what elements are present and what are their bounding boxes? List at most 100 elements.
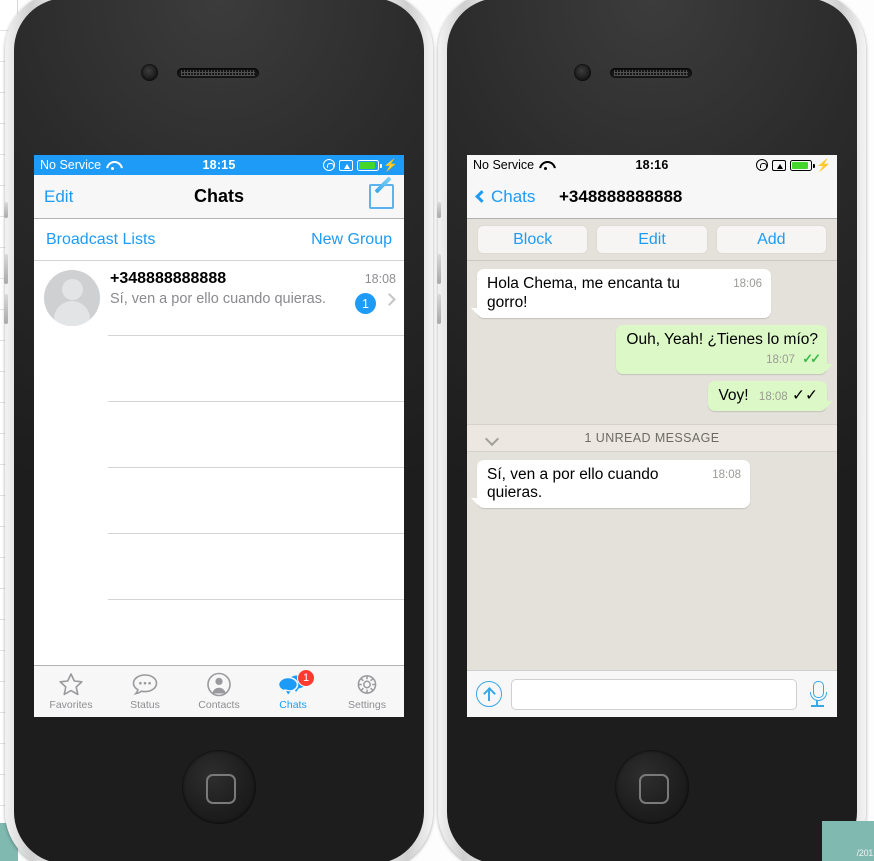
chat-list-row[interactable]: +348888888888 18:08 Sí, ven a por ello c…	[34, 261, 404, 335]
home-button[interactable]	[182, 750, 256, 824]
message-bubble-incoming[interactable]: 18:06 Hola Chema, me encanta tu gorro!	[471, 269, 771, 318]
mute-switch[interactable]	[4, 202, 8, 218]
watermark-label: /201	[856, 848, 874, 858]
broadcast-row: Broadcast Lists New Group	[34, 219, 404, 261]
message-list-unread: 18:08 Sí, ven a por ello cuando quieras.	[467, 452, 837, 522]
compose-button[interactable]	[369, 184, 394, 209]
mute-switch[interactable]	[437, 202, 441, 218]
status-bar: No Service 18:16 ⚡	[467, 155, 837, 175]
tab-label: Contacts	[198, 699, 240, 711]
message-row: Ouh, Yeah! ¿Tienes lo mío? 18:07 ✓✓	[477, 324, 833, 374]
chevron-left-icon	[475, 190, 488, 203]
tab-label: Chats	[279, 699, 307, 711]
message-bubble-outgoing[interactable]: Voy! 18:08 ✓✓	[708, 380, 833, 411]
tab-badge: 1	[297, 669, 315, 687]
gear-icon	[357, 675, 377, 694]
carrier-label: No Service	[40, 158, 102, 172]
tab-status[interactable]: Status	[108, 666, 182, 717]
front-camera-icon	[574, 64, 591, 81]
message-meta: 18:07 ✓✓	[626, 350, 821, 369]
screenshot-stage: No Service 18:15 ⚡ Edit Chats Broadcast …	[0, 0, 874, 861]
message-input[interactable]	[511, 678, 797, 710]
message-bubble-incoming[interactable]: 18:08 Sí, ven a por ello cuando quieras.	[471, 459, 750, 509]
home-button[interactable]	[615, 750, 689, 824]
tab-chats[interactable]: 1 Chats	[256, 666, 330, 717]
back-button[interactable]: Chats	[475, 186, 536, 207]
edit-button[interactable]: Edit	[44, 187, 73, 207]
message-meta: 18:06	[733, 277, 762, 291]
volume-down-button[interactable]	[437, 294, 441, 324]
new-group-button[interactable]: New Group	[311, 231, 392, 249]
wifi-icon	[106, 160, 119, 170]
unread-badge: 1	[355, 293, 376, 314]
add-contact-button[interactable]: Add	[715, 225, 827, 254]
read-receipt-icon: ✓✓	[802, 350, 821, 366]
message-row: Voy! 18:08 ✓✓	[477, 380, 833, 411]
volume-up-button[interactable]	[4, 254, 8, 284]
message-bubble-outgoing[interactable]: Ouh, Yeah! ¿Tienes lo mío? 18:07 ✓✓	[616, 324, 833, 374]
block-button[interactable]: Block	[477, 225, 589, 254]
corner-overlay: /201	[822, 821, 874, 861]
navigation-bar: Chats +348888888888	[467, 175, 837, 219]
empty-list-row	[108, 534, 404, 600]
message-text: Sí, ven a por ello cuando quieras.	[487, 465, 659, 502]
lightning-bolt-icon: ⚡	[383, 158, 399, 172]
message-list: 18:06 Hola Chema, me encanta tu gorro! O…	[467, 261, 837, 424]
battery-icon	[357, 159, 382, 171]
tab-favorites[interactable]: Favorites	[34, 666, 108, 717]
back-button-label: Chats	[491, 186, 536, 206]
airplay-icon	[339, 159, 354, 171]
chat-row-time: 18:08	[364, 272, 396, 286]
status-bar-left: No Service	[40, 158, 203, 172]
wifi-icon	[539, 160, 552, 170]
message-input-bar	[467, 670, 837, 717]
rotation-lock-icon	[756, 159, 769, 171]
edit-button-label: Edit	[44, 186, 74, 206]
message-text: Voy!	[718, 386, 749, 404]
page-title: Chats	[193, 186, 244, 206]
message-time: 18:06	[733, 278, 762, 290]
empty-list-row	[108, 468, 404, 534]
earpiece-speaker	[610, 68, 692, 78]
navigation-bar: Edit Chats	[34, 175, 404, 219]
tab-settings[interactable]: Settings	[330, 666, 404, 717]
broadcast-lists-button[interactable]: Broadcast Lists	[46, 231, 155, 249]
unread-divider[interactable]: 1 UNREAD MESSAGE	[467, 423, 837, 452]
right-phone: No Service 18:16 ⚡ Chats +348888888888 B…	[437, 0, 866, 861]
read-receipt-icon: ✓✓	[792, 386, 818, 404]
tab-label: Status	[130, 699, 160, 711]
chevron-down-icon	[484, 431, 500, 446]
status-bar-time: 18:16	[635, 158, 669, 172]
chat-row-content: +348888888888 18:08 Sí, ven a por ello c…	[100, 270, 396, 326]
message-text: Hola Chema, me encanta tu gorro!	[487, 275, 680, 311]
right-screen: No Service 18:16 ⚡ Chats +348888888888 B…	[467, 155, 837, 717]
volume-down-button[interactable]	[4, 294, 8, 324]
chat-row-preview: Sí, ven a por ello cuando quieras.	[110, 291, 327, 307]
battery-icon	[790, 159, 815, 171]
compose-icon	[369, 184, 394, 209]
message-text: Ouh, Yeah! ¿Tienes lo mío?	[626, 330, 818, 348]
attach-arrow-up-icon[interactable]	[476, 681, 502, 707]
avatar-placeholder-icon	[44, 270, 100, 326]
lightning-bolt-icon: ⚡	[816, 158, 832, 172]
status-bubble-icon	[132, 674, 158, 695]
chat-list: +348888888888 18:08 Sí, ven a por ello c…	[34, 261, 404, 600]
carrier-label: No Service	[473, 158, 535, 172]
chat-row-header: +348888888888 18:08	[110, 270, 396, 288]
message-time: 18:08	[712, 468, 741, 481]
status-bar-left: No Service	[473, 158, 636, 172]
tab-bar: Favorites Status Contacts 1 Chats Settin…	[34, 665, 404, 717]
volume-up-button[interactable]	[437, 254, 441, 284]
empty-list-row	[108, 336, 404, 402]
edit-contact-button[interactable]: Edit	[596, 225, 708, 254]
star-icon	[59, 673, 83, 696]
message-meta: 18:08	[712, 468, 741, 482]
tab-label: Settings	[348, 699, 386, 711]
microphone-icon[interactable]	[806, 680, 828, 708]
conversation-title: +348888888888	[559, 186, 683, 206]
tab-contacts[interactable]: Contacts	[182, 666, 256, 717]
unread-divider-label: 1 UNREAD MESSAGE	[584, 430, 720, 445]
message-time: 18:07	[766, 353, 795, 366]
conversation-view: Block Edit Add 18:06 Hola Chema, me enca…	[467, 219, 837, 670]
empty-list-row	[108, 402, 404, 468]
